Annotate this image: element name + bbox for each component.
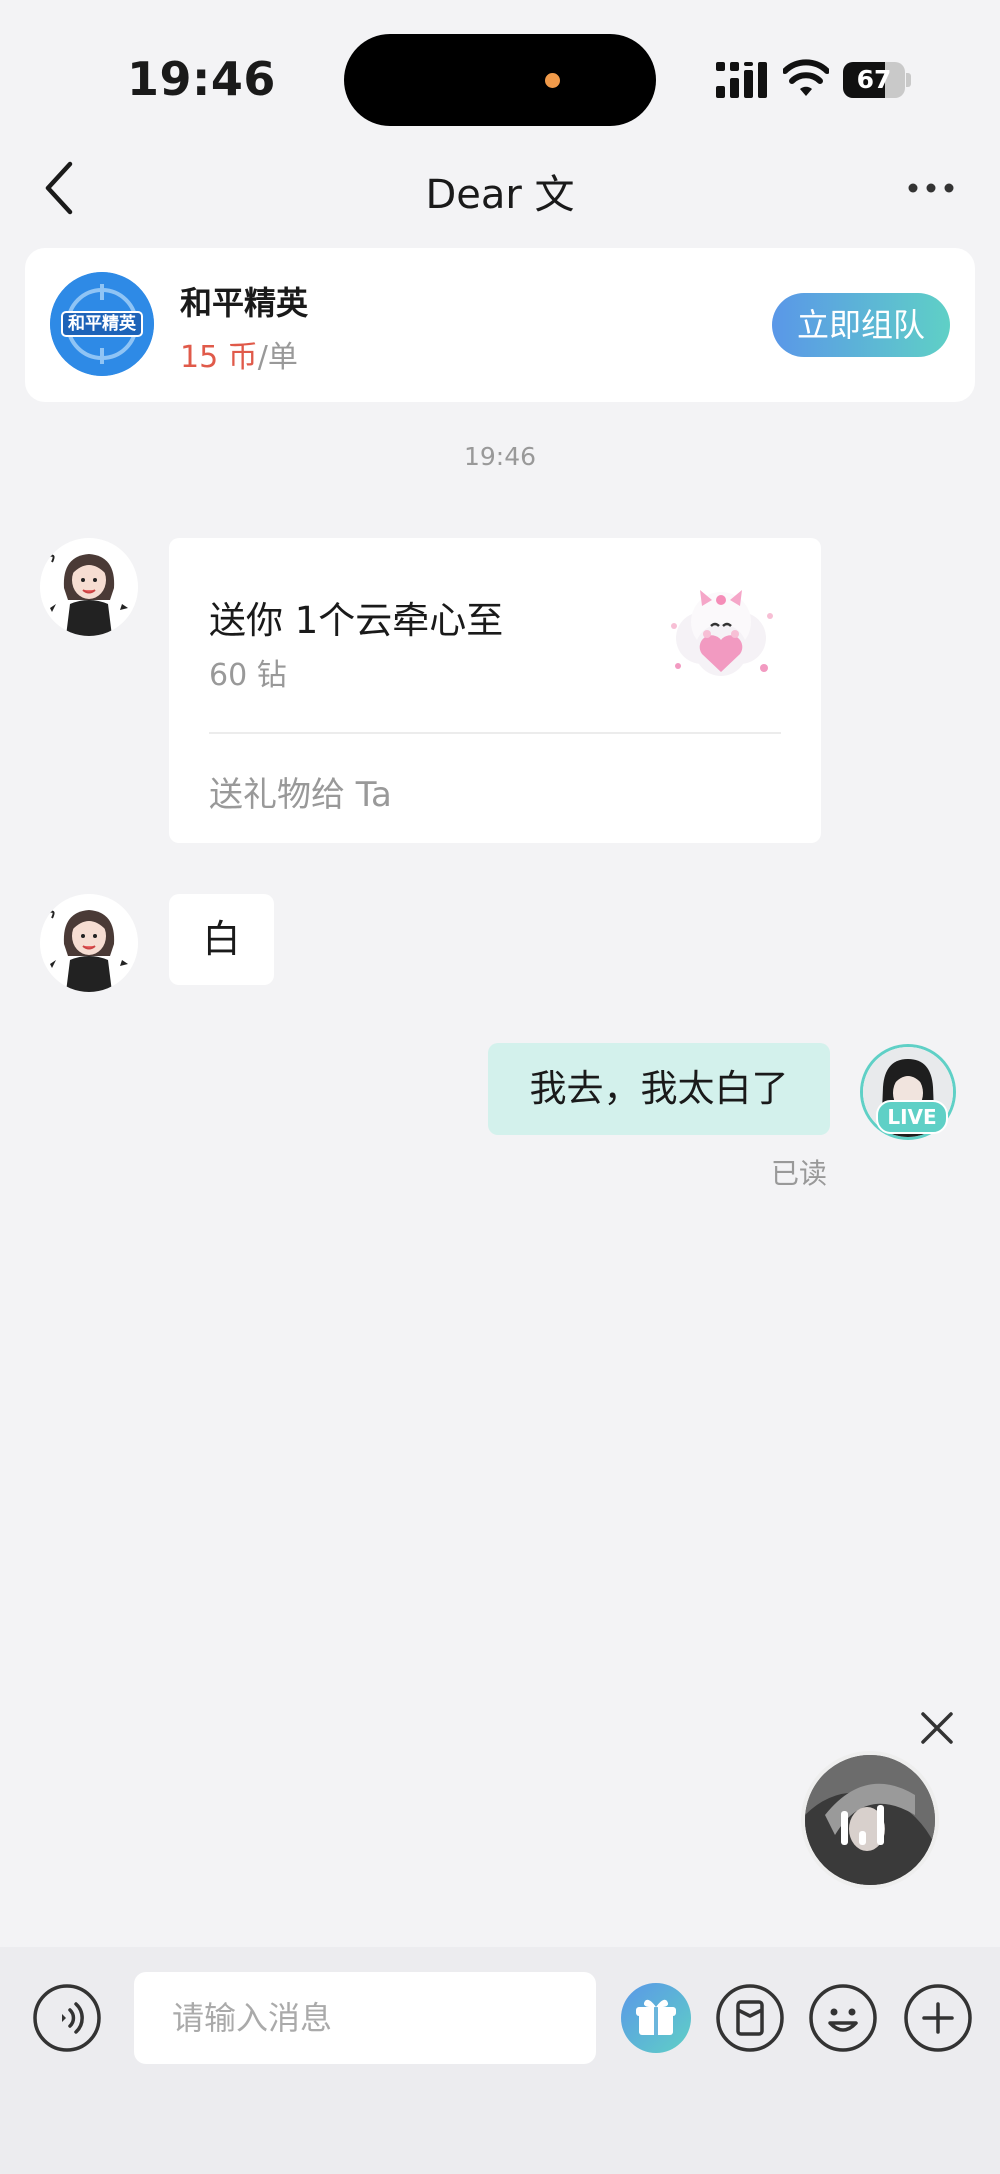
gift-cost: 60 钻 — [209, 658, 287, 693]
team-up-button[interactable]: 立即组队 — [772, 293, 950, 357]
game-icon: 和平精英 — [50, 272, 154, 376]
page-title: Dear 文 — [425, 172, 575, 218]
gift-icon[interactable] — [621, 1983, 691, 2053]
chat-timestamp: 19:46 — [463, 442, 537, 471]
red-packet-icon[interactable] — [715, 1983, 785, 2053]
live-badge: LIVE — [876, 1100, 948, 1134]
back-icon[interactable] — [40, 160, 80, 216]
contact-avatar[interactable] — [40, 894, 138, 992]
game-icon-text: 和平精英 — [68, 314, 136, 334]
price-value: 15 币 — [180, 340, 258, 375]
emoji-icon[interactable] — [808, 1983, 878, 2053]
close-icon[interactable] — [917, 1708, 957, 1748]
read-receipt: 已读 — [771, 1157, 828, 1190]
plus-icon[interactable] — [903, 1983, 973, 2053]
gift-card-divider — [209, 732, 781, 734]
outgoing-message-bubble[interactable]: 我去，我太白了 — [488, 1043, 830, 1135]
gift-title: 送你 1个云牵心至 — [209, 599, 504, 642]
battery-percent: 67 — [856, 65, 892, 94]
battery-indicator: 67 — [843, 62, 911, 98]
wifi-icon — [783, 59, 829, 96]
recording-dot — [545, 73, 560, 88]
message-input-field[interactable] — [134, 1972, 596, 2064]
send-gift-link[interactable]: 送礼物给 Ta — [209, 767, 392, 816]
more-icon[interactable] — [906, 170, 956, 206]
price-unit: /单 — [257, 340, 298, 375]
floating-live-window[interactable] — [801, 1751, 939, 1889]
cloud-heart-gift-image — [671, 590, 773, 676]
voice-icon[interactable] — [32, 1983, 102, 2053]
game-name: 和平精英 — [180, 284, 309, 322]
status-time: 19:46 — [127, 52, 276, 106]
message-input[interactable] — [134, 1972, 596, 2064]
contact-avatar[interactable] — [40, 538, 138, 636]
game-price: 15 币/单 — [180, 332, 298, 376]
dynamic-island — [344, 34, 656, 126]
incoming-message-bubble[interactable]: 白 — [169, 894, 274, 985]
cellular-signal-icon — [716, 62, 767, 98]
